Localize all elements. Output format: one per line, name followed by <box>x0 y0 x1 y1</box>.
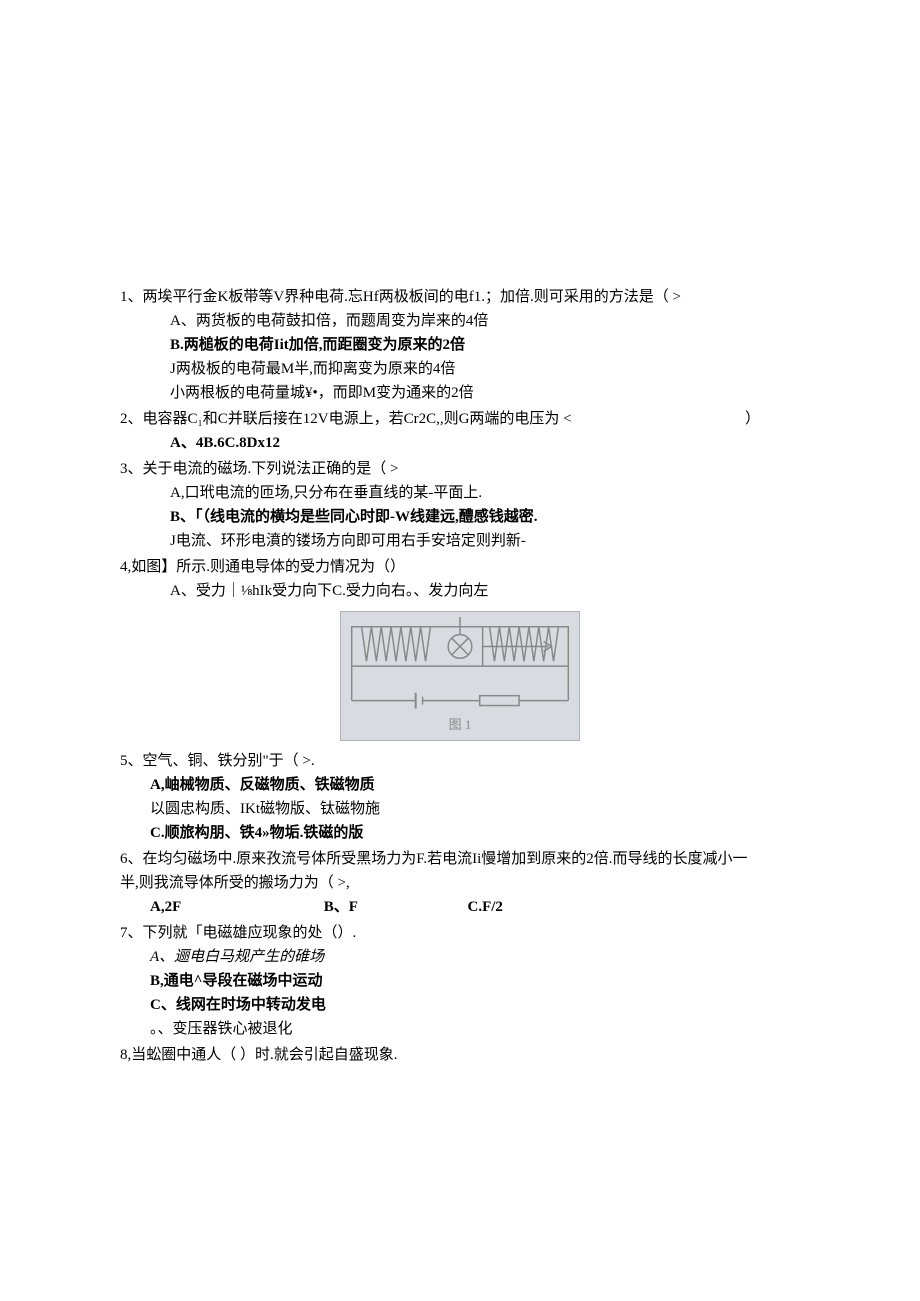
q7-opt-b: B,通电^导段在磁场中运动 <box>120 969 800 993</box>
q6-stem-1: 6、在均匀磁场中.原来孜流号体所受黑场力为F.若电流Ii慢增加到原来的2倍.而导… <box>120 847 800 871</box>
q2-stem: 2、电容器C₁和C并联后接在12V电源上，若Cr2C,,则G两端的电压为 < ） <box>120 407 800 431</box>
q6-stem-2: 半,则我流导体所受的搬场力为（ >, <box>120 871 800 895</box>
q5-opt-b: 以圆忠构质、IKt磁物版、钛磁物施 <box>120 797 800 821</box>
q6-opt-a: A,2F <box>150 895 320 919</box>
q6-opt-b: B、F <box>324 895 464 919</box>
q3-opt-a: A,口玳电流的匝场,只分布在垂直线的某-平面上. <box>120 481 800 505</box>
q1-opt-b: B.两槌板的电荷Iit加倍,而距圈变为原来的2倍 <box>120 333 800 357</box>
q2-paren: ） <box>745 407 760 431</box>
q3-stem: 3、关于电流的磁场.下列说法正确的是（ > <box>120 457 800 481</box>
q4-opt-a: A、受力｜⅛hIk受力向下C.受力向右。、发力向左 <box>120 579 800 603</box>
q1-opt-d: 小两根板的电荷量城¥•，而即M变为通来的2倍 <box>120 381 800 405</box>
q7-opt-c: C、线网在时场中转动发电 <box>120 993 800 1017</box>
figure-1-container: 图 1 <box>120 611 800 741</box>
q5-opt-a: A,岫械物质、反磁物质、铁磁物质 <box>120 773 800 797</box>
q3-opt-b: B、「（线电流的横均是些同心时即-W线建远,醴感钱越密. <box>120 505 800 529</box>
q2-stem-text: 2、电容器C₁和C并联后接在12V电源上，若Cr2C,,则G两端的电压为 < <box>120 411 572 427</box>
q1-opt-a: A、两货板的电荷鼓扣倍，而题周变为岸来的4倍 <box>120 309 800 333</box>
figure-1-label: 图 1 <box>449 715 472 736</box>
q7-opt-a: A、逦电白马规产生的碓场 <box>120 945 800 969</box>
q3-opt-c: J电流、环形电濆的镂场方向即可用右手安培定则判新- <box>120 529 800 553</box>
q6-opt-c: C.F/2 <box>468 895 503 919</box>
q5-opt-c: C.顺旅构朋、铁4»物垢.铁磁的版 <box>120 821 800 845</box>
figure-1: 图 1 <box>340 611 580 741</box>
q7-stem: 7、下列就「电磁雄应现象的处（）. <box>120 921 800 945</box>
q1-stem: 1、两埃平行金K板带等V界种电荷.忘Hf两极板间的电f1.；加倍.则可采用的方法… <box>120 285 800 309</box>
q8-stem: 8,当蚣圈中通人（ ）时.就会引起自盛现象. <box>120 1043 800 1067</box>
q5-stem: 5、空气、铜、铁分别"于（ >. <box>120 749 800 773</box>
q6-options: A,2F B、F C.F/2 <box>120 895 800 919</box>
q7-opt-d: 。、变压器铁心被退化 <box>120 1017 800 1041</box>
q4-stem: 4,如图】所示.则通电导体的受力情况为（） <box>120 555 800 579</box>
q2-opt-a: A、4B.6C.8Dx12 <box>120 431 800 455</box>
q1-opt-c: J两极板的电荷最M半,而抑离变为原来的4倍 <box>120 357 800 381</box>
